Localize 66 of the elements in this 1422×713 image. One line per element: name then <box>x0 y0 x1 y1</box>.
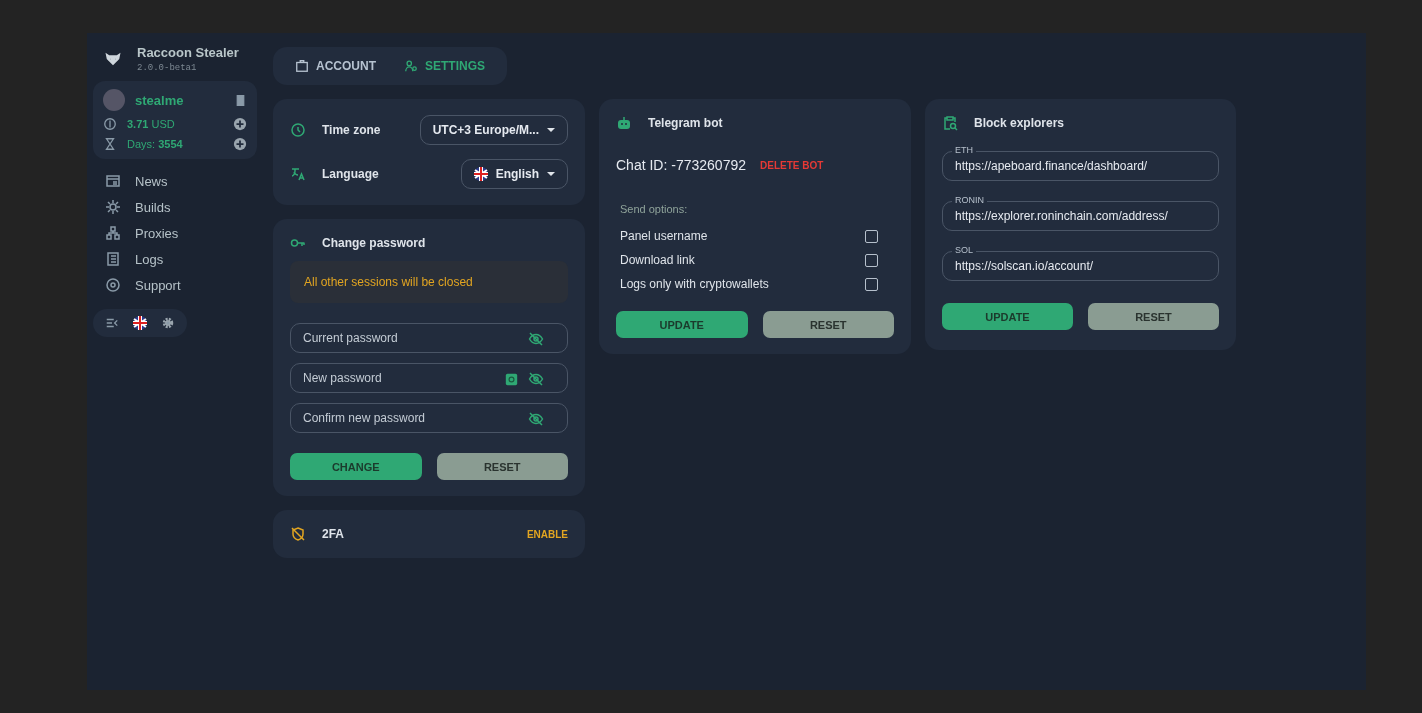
add-icon <box>233 137 247 151</box>
reset-button[interactable]: RESET <box>762 311 894 338</box>
avatar <box>103 89 125 111</box>
id-card-icon <box>295 59 309 73</box>
enable-link[interactable]: ENABLE <box>526 528 568 540</box>
twofa-label: 2FA <box>322 527 345 541</box>
nav-item[interactable]: Builds <box>135 199 171 215</box>
uk-flag-icon <box>133 316 147 330</box>
warning-message: All other sessions will be closed <box>290 261 568 303</box>
field-label: RONIN <box>952 195 987 206</box>
checkbox[interactable] <box>865 229 878 243</box>
reset-button[interactable]: RESET <box>436 453 568 480</box>
section-label: Send options: <box>620 203 689 215</box>
option-label: Logs only with cryptowallets <box>620 277 770 291</box>
nav-icon <box>105 277 121 293</box>
password-field[interactable]: Current password <box>290 323 568 353</box>
nav-icon <box>105 199 121 215</box>
app-version: 2.0.0-beta1 <box>137 63 198 73</box>
balance: 3.71 USD <box>127 118 175 130</box>
update-button[interactable]: UPDATE <box>942 303 1073 330</box>
nav-item[interactable]: Support <box>135 277 181 293</box>
language-dropdown[interactable]: English <box>460 159 568 189</box>
reset-button[interactable]: RESET <box>1088 303 1219 330</box>
add-icon <box>233 117 247 131</box>
username: stealme <box>135 92 184 108</box>
people-icon <box>404 59 418 73</box>
field-label: SOL <box>952 245 976 256</box>
update-button[interactable]: UPDATE <box>616 311 748 338</box>
collapse-menu-icon <box>105 316 119 330</box>
timezone-label: Time zone <box>322 123 382 137</box>
chat-id: Chat ID: -773260792 <box>616 157 746 173</box>
app-name: Raccoon Stealer <box>137 45 239 60</box>
change-button[interactable]: CHANGE <box>290 453 422 480</box>
field-label: ETH <box>952 145 976 156</box>
nav-icon <box>105 251 121 267</box>
tab[interactable]: SETTINGS <box>404 59 485 73</box>
eye-off-icon <box>528 371 544 387</box>
nav-item[interactable]: Logs <box>135 251 164 267</box>
card-title: Change password <box>322 236 426 250</box>
tab[interactable]: ACCOUNT <box>295 59 376 73</box>
nav-icon <box>105 173 121 189</box>
checkbox[interactable] <box>865 253 878 267</box>
eye-off-icon <box>528 411 544 427</box>
nav-icon <box>105 225 121 241</box>
days-left: Days: 3554 <box>127 138 183 150</box>
clipboard-search-icon <box>942 115 958 131</box>
translate-icon <box>290 166 306 182</box>
settings-icon <box>161 316 175 330</box>
generate-icon[interactable] <box>505 372 518 386</box>
option-label: Panel username <box>620 229 709 243</box>
robot-icon <box>616 115 632 131</box>
uk-flag-icon <box>473 167 488 181</box>
card-title: Block explorers <box>974 116 1065 130</box>
password-field[interactable]: Confirm new password <box>290 403 568 433</box>
nav-item[interactable]: Proxies <box>135 225 179 241</box>
shield-off-icon <box>290 526 306 542</box>
eye-off-icon <box>528 331 544 347</box>
timezone-dropdown[interactable]: UTC+3 Europe/M... <box>419 115 568 145</box>
language-label: Language <box>322 167 380 181</box>
checkbox[interactable] <box>865 277 878 291</box>
nav-item[interactable]: News <box>135 173 168 189</box>
option-label: Download link <box>620 253 696 267</box>
card-title: Telegram bot <box>648 116 723 130</box>
password-field[interactable]: New password <box>290 363 568 393</box>
hourglass-icon <box>103 137 117 151</box>
clock-icon <box>290 122 306 138</box>
